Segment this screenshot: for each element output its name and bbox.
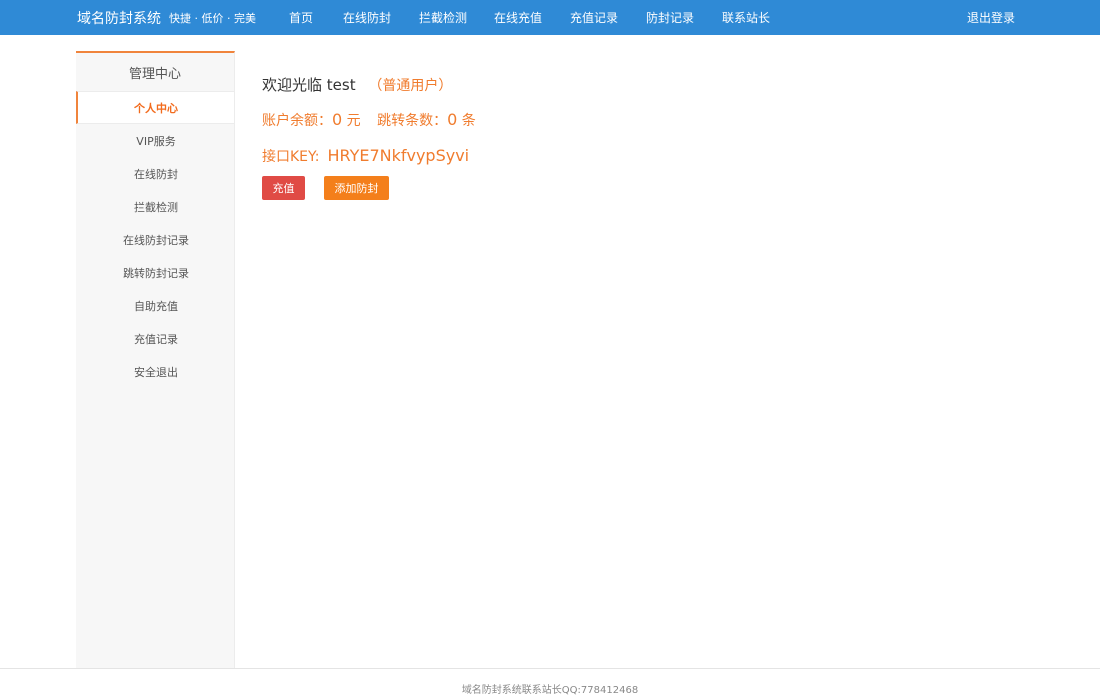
balance-label: 账户余额： — [262, 113, 332, 129]
sidebar: 管理中心 个人中心 VIP服务 在线防封 拦截检测 在线防封记录 跳转防封记录 … — [76, 51, 235, 668]
logout-link[interactable]: 退出登录 — [967, 0, 1015, 35]
recharge-button[interactable]: 充值 — [262, 176, 305, 200]
nav-recharge-records[interactable]: 充值记录 — [570, 0, 618, 35]
api-key-line: 接口KEY: HRYE7NkfvypSyvi — [262, 146, 469, 166]
username: test — [326, 76, 356, 94]
sidebar-item-safe-exit[interactable]: 安全退出 — [76, 355, 234, 388]
jump-count-unit: 条 — [461, 113, 476, 129]
account-stats: 账户余额：0 元 跳转条数：0 条 — [262, 110, 476, 130]
brand: 域名防封系统 快捷 · 低价 · 完美 — [77, 0, 256, 35]
sidebar-item-online-protect[interactable]: 在线防封 — [76, 157, 234, 190]
sidebar-item-self-recharge[interactable]: 自助充值 — [76, 289, 234, 322]
sidebar-item-vip-service[interactable]: VIP服务 — [76, 124, 234, 157]
sidebar-title: 管理中心 — [128, 66, 181, 82]
balance-value: 0 — [332, 110, 343, 129]
welcome-prefix: 欢迎光临 — [262, 76, 323, 94]
nav-contact-admin[interactable]: 联系站长 — [722, 0, 770, 35]
sidebar-item-online-protect-records[interactable]: 在线防封记录 — [76, 223, 234, 256]
user-type-badge: （普通用户） — [368, 78, 453, 94]
sidebar-item-personal-center[interactable]: 个人中心 — [76, 91, 234, 124]
welcome-line: 欢迎光临 test （普通用户） — [262, 74, 452, 95]
sidebar-item-jump-protect-records[interactable]: 跳转防封记录 — [76, 256, 234, 289]
api-key-label: 接口KEY: — [262, 149, 320, 165]
add-protection-button[interactable]: 添加防封 — [324, 176, 389, 200]
jump-count-label: 跳转条数： — [377, 113, 448, 129]
api-key-value: HRYE7NkfvypSyvi — [327, 146, 470, 165]
top-navigation-bar: 域名防封系统 快捷 · 低价 · 完美 首页 在线防封 拦截检测 在线充值 充值… — [0, 0, 1100, 35]
nav-online-protect[interactable]: 在线防封 — [343, 0, 391, 35]
nav-online-recharge[interactable]: 在线充值 — [494, 0, 542, 35]
sidebar-item-recharge-records[interactable]: 充值记录 — [76, 322, 234, 355]
footer-contact: 域名防封系统联系站长QQ:778412468 — [461, 685, 639, 696]
sidebar-item-intercept-check[interactable]: 拦截检测 — [76, 190, 234, 223]
brand-slogan: 快捷 · 低价 · 完美 — [169, 11, 256, 25]
nav-protect-records[interactable]: 防封记录 — [646, 0, 694, 35]
balance-unit: 元 — [346, 113, 361, 129]
nav-home[interactable]: 首页 — [289, 0, 313, 35]
jump-count-value: 0 — [447, 110, 458, 129]
nav-intercept-check[interactable]: 拦截检测 — [419, 0, 467, 35]
brand-name: 域名防封系统 — [77, 10, 161, 27]
footer-divider — [0, 668, 1100, 669]
